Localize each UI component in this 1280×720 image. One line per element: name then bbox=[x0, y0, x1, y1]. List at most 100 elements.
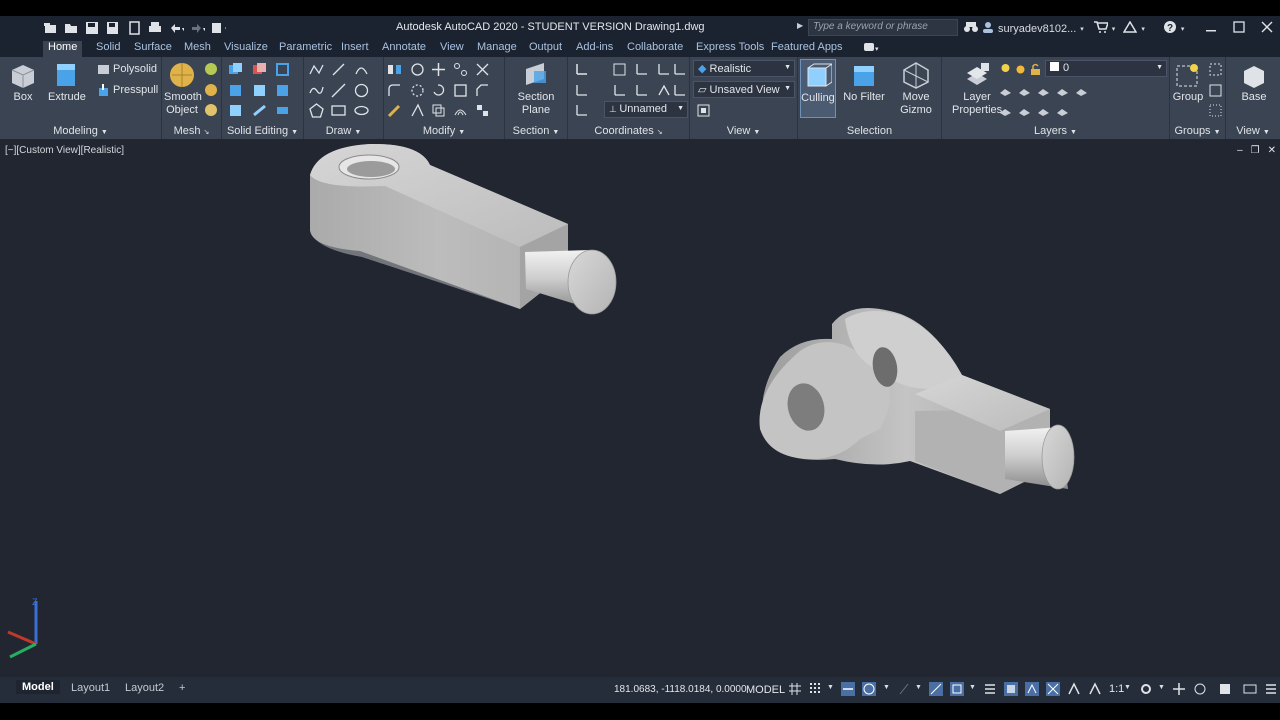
slice-icon[interactable] bbox=[252, 103, 267, 118]
layer-tool-5-icon[interactable] bbox=[1074, 83, 1089, 98]
trim-icon[interactable] bbox=[475, 62, 490, 77]
presspull-label[interactable]: Presspull bbox=[113, 84, 158, 96]
mesh-panel-label[interactable]: Mesh ↘ bbox=[162, 125, 221, 137]
lineweight-icon[interactable] bbox=[983, 682, 997, 696]
tab-annotate[interactable]: Annotate bbox=[382, 41, 426, 53]
ucs-x-icon[interactable] bbox=[634, 62, 649, 77]
cart-icon[interactable] bbox=[1093, 21, 1109, 36]
coordinates-panel-label[interactable]: Coordinates ↘ bbox=[568, 125, 689, 137]
print-icon[interactable] bbox=[147, 20, 163, 36]
tab-surface[interactable]: Surface bbox=[134, 41, 172, 53]
chevron-down-icon[interactable]: ▼ bbox=[1158, 684, 1165, 691]
tab-parametric[interactable]: Parametric bbox=[279, 41, 332, 53]
ungroup-icon[interactable] bbox=[1208, 62, 1223, 77]
model-space-toggle[interactable]: MODEL bbox=[746, 684, 785, 696]
redo-icon[interactable]: ▾ bbox=[189, 20, 205, 36]
rotate-3d-icon[interactable] bbox=[410, 62, 425, 77]
move-icon[interactable] bbox=[431, 62, 446, 77]
tab-view[interactable]: View bbox=[440, 41, 464, 53]
user-name[interactable]: suryadev8102... bbox=[998, 23, 1076, 35]
stretch-icon[interactable] bbox=[410, 103, 425, 118]
chamfer-icon[interactable] bbox=[475, 83, 490, 98]
tab-layout2[interactable]: Layout2 bbox=[125, 682, 164, 694]
layer-properties-button[interactable]: Layer Properties bbox=[952, 61, 1002, 117]
tab-home[interactable]: Home bbox=[43, 41, 83, 57]
view-right-panel-label[interactable]: View ▼ bbox=[1226, 125, 1280, 137]
grid-icon[interactable] bbox=[788, 682, 802, 696]
base-button[interactable]: Base bbox=[1238, 61, 1270, 104]
add-layout-button[interactable]: + bbox=[179, 682, 185, 694]
annotation-visibility-icon[interactable] bbox=[1067, 682, 1081, 696]
chevron-down-icon[interactable]: ▼ bbox=[883, 684, 890, 691]
mesh-smooth-more-icon[interactable] bbox=[204, 62, 219, 77]
ucs-z-icon[interactable] bbox=[672, 62, 687, 77]
tab-collaborate[interactable]: Collaborate bbox=[627, 41, 683, 53]
search-expand-icon[interactable]: ▶ bbox=[797, 21, 803, 30]
smooth-object-button[interactable]: Smooth Object bbox=[164, 61, 202, 117]
modify-panel-label[interactable]: Modify ▼ bbox=[384, 125, 504, 137]
ucs-3point-icon[interactable] bbox=[634, 83, 649, 98]
ucs-face-icon[interactable] bbox=[574, 103, 589, 118]
layer-lock-icon[interactable] bbox=[1028, 62, 1043, 77]
layer-tool-6-icon[interactable] bbox=[998, 103, 1013, 118]
culling-button[interactable]: Culling bbox=[800, 59, 836, 118]
search-input[interactable]: Type a keyword or phrase bbox=[808, 19, 958, 36]
ucs-origin-icon[interactable] bbox=[574, 83, 589, 98]
ucs-y-icon[interactable] bbox=[656, 62, 671, 77]
interfere-icon[interactable] bbox=[275, 62, 290, 77]
a360-icon[interactable] bbox=[1122, 20, 1138, 36]
presspull-icon[interactable] bbox=[96, 83, 111, 98]
tab-solid[interactable]: Solid bbox=[96, 41, 120, 53]
spline-icon[interactable] bbox=[309, 83, 324, 98]
ucs-previous-icon[interactable] bbox=[612, 83, 627, 98]
help-icon[interactable]: ? bbox=[1163, 20, 1177, 37]
array-icon[interactable] bbox=[453, 62, 468, 77]
tab-layout1[interactable]: Layout1 bbox=[71, 682, 110, 694]
rectangle-icon[interactable] bbox=[331, 103, 346, 118]
mesh-refine-icon[interactable] bbox=[204, 83, 219, 98]
line-icon[interactable] bbox=[331, 62, 346, 77]
polysolid-icon[interactable] bbox=[96, 62, 111, 77]
no-filter-button[interactable]: No Filter bbox=[842, 61, 886, 104]
layer-tool-7-icon[interactable] bbox=[1017, 103, 1032, 118]
plot-publish-icon[interactable] bbox=[126, 20, 142, 36]
extrude-button[interactable]: Extrude bbox=[48, 61, 86, 104]
move-gizmo-button[interactable]: Move Gizmo bbox=[896, 61, 936, 117]
polyline-icon[interactable] bbox=[309, 62, 324, 77]
ellipse-icon[interactable] bbox=[354, 103, 369, 118]
extract-edges-icon[interactable] bbox=[252, 83, 267, 98]
workspace-switch-icon[interactable] bbox=[1139, 682, 1153, 696]
new-icon[interactable] bbox=[42, 20, 58, 36]
visual-style-dropdown[interactable]: ◆ Realistic ▼ bbox=[693, 60, 795, 77]
solid-editing-panel-label[interactable]: Solid Editing ▼ bbox=[222, 125, 303, 137]
solid-part-clevis[interactable] bbox=[759, 307, 1075, 494]
tab-insert[interactable]: Insert bbox=[341, 41, 369, 53]
chevron-down-icon[interactable]: ▾ bbox=[1181, 25, 1185, 33]
layer-on-icon[interactable] bbox=[998, 62, 1013, 77]
chevron-down-icon[interactable]: ▼ bbox=[827, 684, 834, 691]
section-plane-button[interactable]: Section Plane bbox=[517, 61, 555, 117]
drawing-viewport[interactable]: [−][Custom View][Realistic] – ❐ ✕ Z bbox=[0, 139, 1280, 677]
close-icon[interactable] bbox=[1260, 18, 1274, 36]
solid-part-rod-end[interactable] bbox=[310, 143, 617, 315]
save-icon[interactable] bbox=[84, 20, 100, 36]
xline-icon[interactable] bbox=[331, 83, 346, 98]
group-select-icon[interactable] bbox=[1208, 103, 1223, 118]
model-space-canvas[interactable]: Z bbox=[0, 139, 1280, 677]
chevron-down-icon[interactable]: ▾ bbox=[1112, 25, 1116, 33]
polysolid-label[interactable]: Polysolid bbox=[113, 63, 157, 75]
saveas-icon[interactable] bbox=[105, 20, 121, 36]
selection-cycling-icon[interactable] bbox=[1025, 682, 1039, 696]
osnap-icon[interactable] bbox=[950, 682, 964, 696]
section-panel-label[interactable]: Section ▼ bbox=[505, 125, 567, 137]
mesh-crease-icon[interactable] bbox=[204, 103, 219, 118]
copy-icon[interactable] bbox=[431, 103, 446, 118]
tab-visualize[interactable]: Visualize bbox=[224, 41, 268, 53]
workspace-icon[interactable]: ▾ bbox=[210, 20, 226, 36]
modeling-panel-label[interactable]: Modeling ▼ bbox=[0, 125, 161, 137]
maximize-icon[interactable] bbox=[1232, 18, 1246, 36]
explode-icon[interactable] bbox=[410, 83, 425, 98]
chevron-down-icon[interactable]: ▾ bbox=[1141, 25, 1145, 33]
box-button[interactable]: Box bbox=[8, 61, 38, 104]
tab-addins[interactable]: Add-ins bbox=[576, 41, 613, 53]
